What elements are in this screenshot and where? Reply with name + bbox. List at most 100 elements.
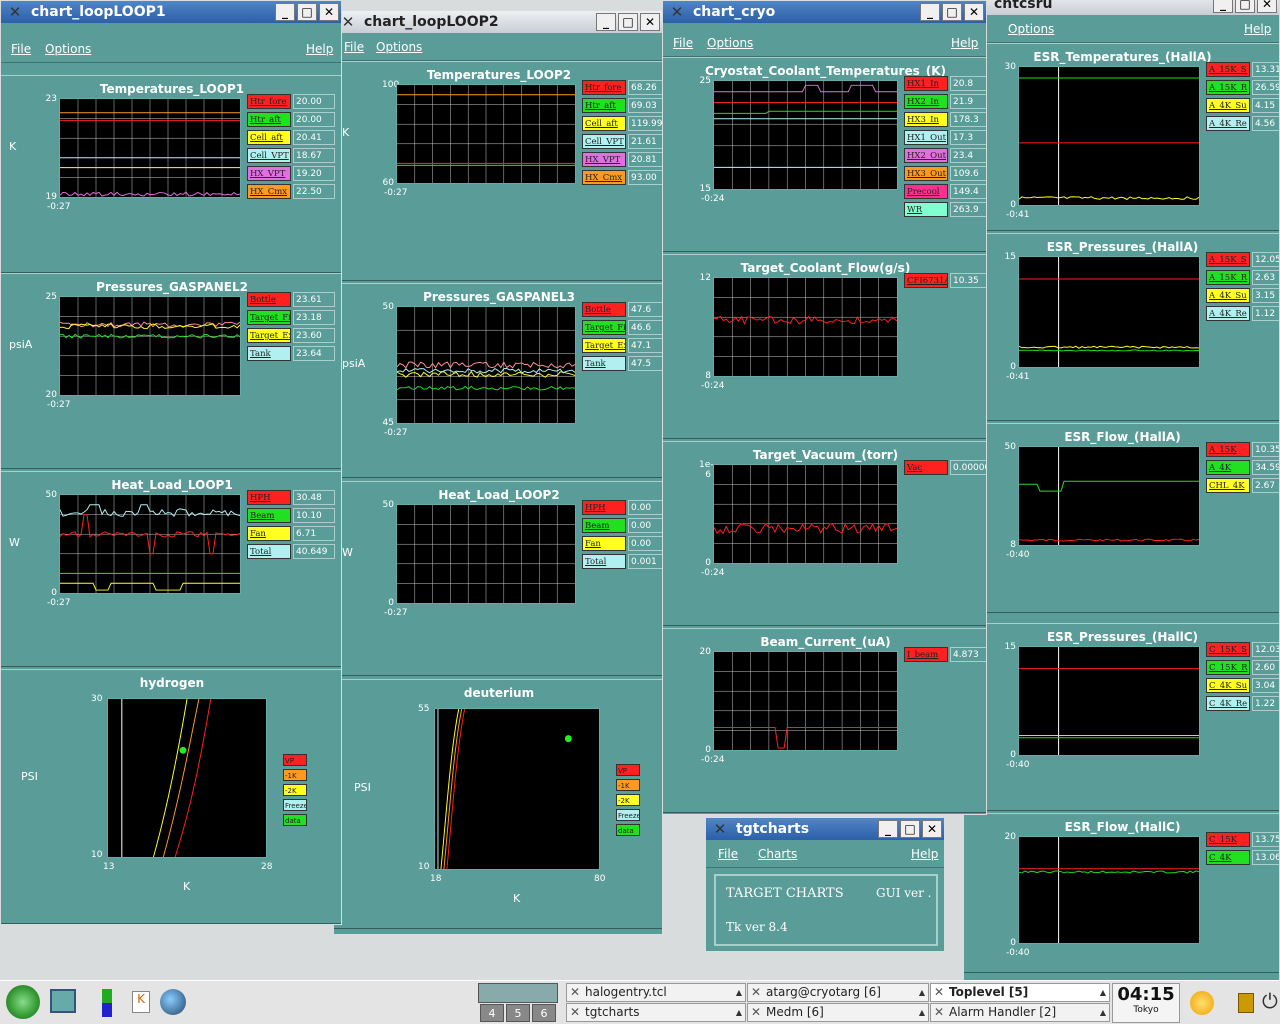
file-manager-icon[interactable]: [50, 989, 76, 1013]
menu-help[interactable]: Help: [911, 847, 938, 861]
legend-item[interactable]: data: [283, 814, 307, 826]
legend-item[interactable]: data: [616, 824, 640, 836]
title-bar[interactable]: ✕ chart_cryo _ □ ✕: [663, 1, 986, 23]
legend-item[interactable]: C_4K_Re: [1206, 696, 1250, 711]
legend-item[interactable]: Total: [247, 544, 291, 559]
workspace-5[interactable]: 5: [506, 1004, 530, 1022]
legend-item[interactable]: Htr_fore: [247, 94, 291, 109]
menu-file[interactable]: File: [11, 42, 31, 56]
legend-item[interactable]: HX_VPT: [247, 166, 291, 181]
title-bar[interactable]: ✕ chart_loopLOOP2 _ □ ✕: [334, 11, 662, 33]
legend-item[interactable]: Vac: [904, 460, 948, 475]
legend-item[interactable]: HPH: [247, 490, 291, 505]
legend-item[interactable]: Fan: [582, 536, 626, 551]
legend-item[interactable]: C_4K: [1206, 850, 1250, 865]
legend-item[interactable]: Beam: [247, 508, 291, 523]
minimize-button[interactable]: _: [596, 13, 616, 31]
system-monitor-icon[interactable]: [102, 989, 112, 1017]
maximize-button[interactable]: □: [618, 13, 638, 31]
legend-item[interactable]: -1K: [283, 769, 307, 781]
legend-item[interactable]: Fan: [247, 526, 291, 541]
legend-item[interactable]: -2K: [283, 784, 307, 796]
menu-help[interactable]: Help: [306, 42, 333, 56]
legend-item[interactable]: WR: [904, 202, 948, 217]
close-button[interactable]: ✕: [1257, 0, 1277, 13]
legend-item[interactable]: HX2_In: [904, 94, 948, 109]
legend-item[interactable]: HPH: [582, 500, 626, 515]
legend-item[interactable]: C_4K_Su: [1206, 678, 1250, 693]
legend-item[interactable]: CHL_4K: [1206, 478, 1250, 493]
legend-item[interactable]: Htr_aft: [582, 98, 626, 113]
legend-item[interactable]: HX_Cmx: [247, 184, 291, 199]
menu-help[interactable]: Help: [951, 36, 978, 50]
taskbar-task[interactable]: Medm [6]: [747, 1003, 929, 1022]
legend-item[interactable]: Freeze: [283, 799, 307, 811]
close-button[interactable]: ✕: [640, 13, 660, 31]
legend-item[interactable]: C_15K_R: [1206, 660, 1250, 675]
x-window-icon[interactable]: ✕: [669, 4, 685, 20]
maximize-button[interactable]: □: [942, 3, 962, 21]
legend-item[interactable]: Htr_aft: [247, 112, 291, 127]
gecko-icon[interactable]: [6, 985, 40, 1019]
legend-item[interactable]: CFI6731A: [904, 273, 948, 288]
taskbar-task[interactable]: atarg@cryotarg [6]: [747, 983, 929, 1002]
taskbar-task[interactable]: tgtcharts: [566, 1003, 746, 1022]
menu-options[interactable]: Options: [376, 40, 422, 54]
legend-item[interactable]: A_4K: [1206, 460, 1250, 475]
lock-icon[interactable]: [1238, 993, 1254, 1013]
x-window-icon[interactable]: ✕: [340, 14, 356, 30]
legend-item[interactable]: Htr_fore: [582, 80, 626, 95]
maximize-button[interactable]: □: [1235, 0, 1255, 13]
sun-icon[interactable]: [1190, 991, 1214, 1015]
legend-item[interactable]: Cell_aft: [247, 130, 291, 145]
minimize-button[interactable]: _: [920, 3, 940, 21]
minimize-button[interactable]: _: [1213, 0, 1233, 13]
maximize-button[interactable]: □: [900, 820, 920, 838]
legend-item[interactable]: A_15K_S: [1206, 252, 1250, 267]
legend-item[interactable]: Cell_aft: [582, 116, 626, 131]
x-window-icon[interactable]: ✕: [7, 4, 23, 20]
legend-item[interactable]: Freeze: [616, 809, 640, 821]
menu-file[interactable]: File: [718, 847, 738, 861]
legend-item[interactable]: Cell_VPT: [582, 134, 626, 149]
legend-item[interactable]: HX_VPT: [582, 152, 626, 167]
menu-help[interactable]: Help: [1244, 22, 1271, 36]
legend-item[interactable]: A_15K_R: [1206, 80, 1250, 95]
menu-options[interactable]: Options: [1008, 22, 1054, 36]
clock[interactable]: 04:15 Tokyo: [1112, 983, 1180, 1023]
legend-item[interactable]: -1K: [616, 779, 640, 791]
legend-item[interactable]: A_15K_S: [1206, 62, 1250, 77]
legend-item[interactable]: Target_Ex: [247, 328, 291, 343]
taskbar-task[interactable]: Alarm Handler [2]: [930, 1003, 1110, 1022]
menu-charts[interactable]: Charts: [758, 847, 797, 861]
maximize-button[interactable]: □: [297, 3, 317, 21]
legend-item[interactable]: Target_Fi: [582, 320, 626, 335]
minimize-button[interactable]: _: [275, 3, 295, 21]
workspace-6[interactable]: 6: [532, 1004, 556, 1022]
legend-item[interactable]: Beam: [582, 518, 626, 533]
taskbar-task[interactable]: Toplevel [5]: [930, 983, 1110, 1002]
globe-icon[interactable]: [160, 989, 186, 1015]
legend-item[interactable]: A_4K_Su: [1206, 288, 1250, 303]
legend-item[interactable]: -2K: [616, 794, 640, 806]
legend-item[interactable]: HX3_Out: [904, 166, 948, 181]
legend-item[interactable]: Precool: [904, 184, 948, 199]
workspace-pager[interactable]: [478, 983, 558, 1003]
legend-item[interactable]: A_15K: [1206, 442, 1250, 457]
close-button[interactable]: ✕: [922, 820, 942, 838]
legend-item[interactable]: VP: [616, 764, 640, 776]
konqueror-icon[interactable]: K: [132, 991, 150, 1013]
menu-options[interactable]: Options: [45, 42, 91, 56]
legend-item[interactable]: I_beam: [904, 647, 948, 662]
legend-item[interactable]: HX3_In: [904, 112, 948, 127]
minimize-button[interactable]: _: [878, 820, 898, 838]
legend-item[interactable]: Total: [582, 554, 626, 569]
legend-item[interactable]: Target_Ex: [582, 338, 626, 353]
title-bar[interactable]: ✕ chtcsru _□✕: [964, 0, 1279, 15]
legend-item[interactable]: A_15K_R: [1206, 270, 1250, 285]
title-bar[interactable]: ✕ tgtcharts _ □ ✕: [706, 818, 944, 840]
legend-item[interactable]: Cell_VPT: [247, 148, 291, 163]
legend-item[interactable]: Bottle: [582, 302, 626, 317]
menu-file[interactable]: File: [673, 36, 693, 50]
taskbar-task[interactable]: halogentry.tcl: [566, 983, 746, 1002]
